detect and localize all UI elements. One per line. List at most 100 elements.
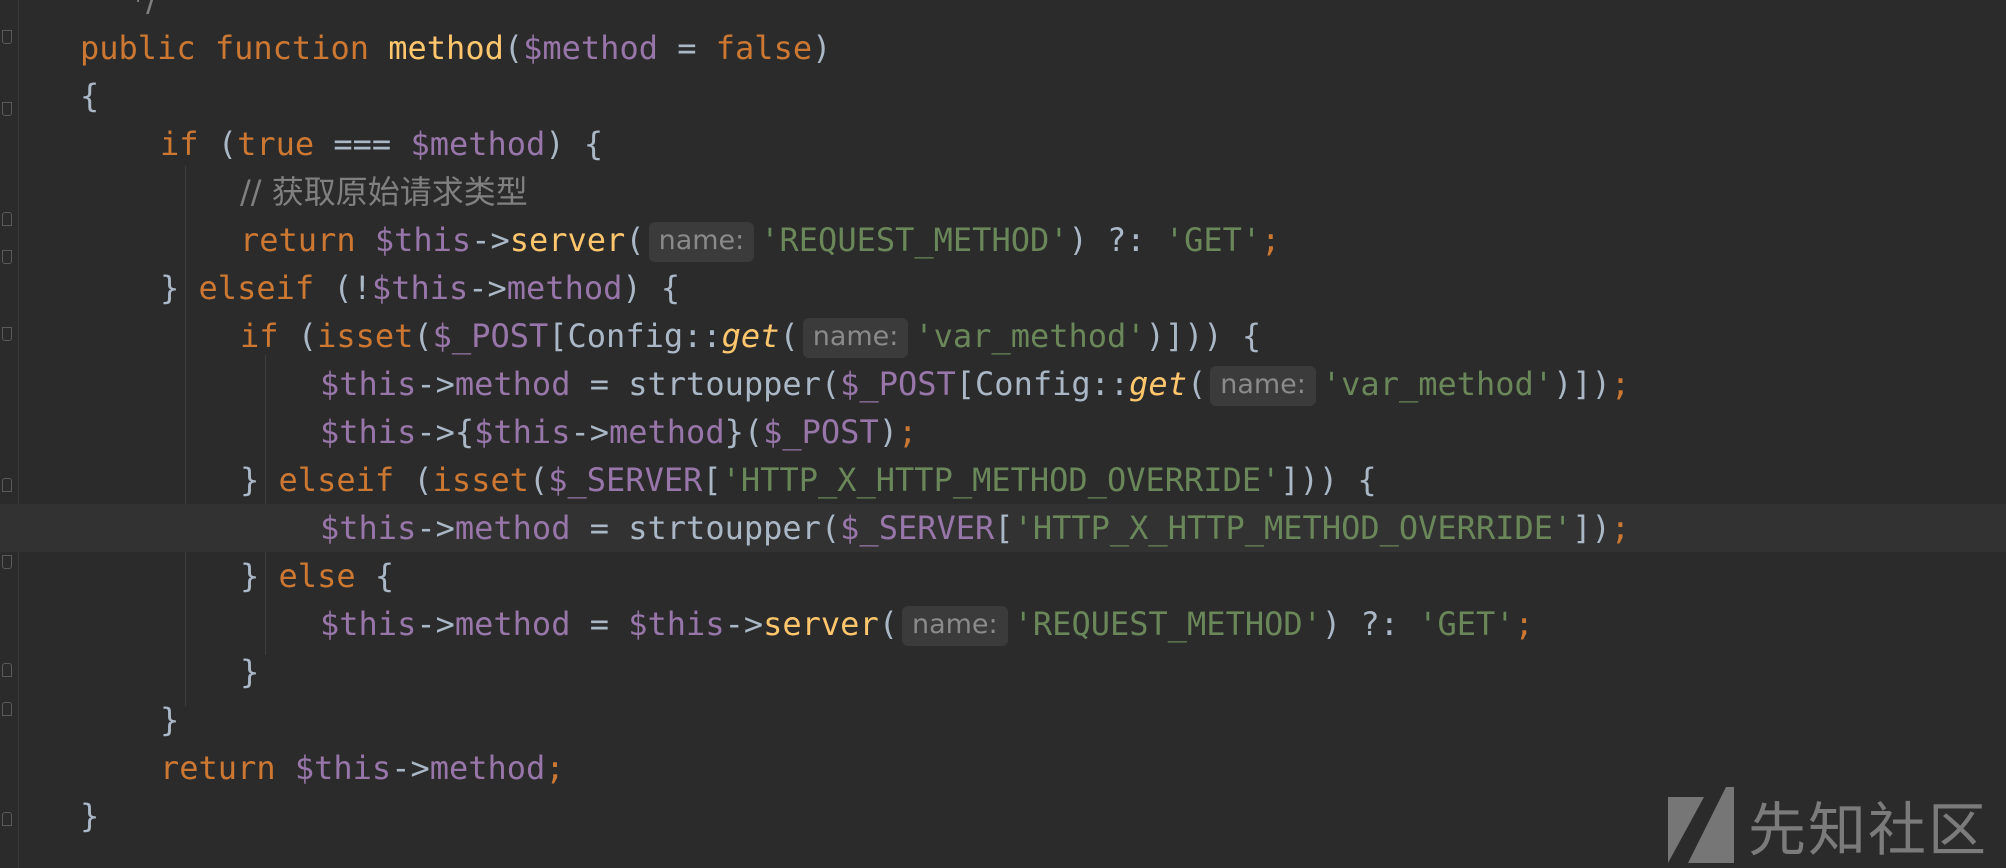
code-token: ( xyxy=(779,317,799,355)
code-token: ; xyxy=(1261,221,1281,259)
code-token: 'GET' xyxy=(1418,605,1515,643)
code-token: ->{ xyxy=(416,413,475,451)
code-token: -> xyxy=(416,365,455,403)
code-token: else xyxy=(278,557,375,595)
code-token: method xyxy=(429,749,546,787)
code-token: = strtoupper( xyxy=(570,509,841,547)
code-token: $this xyxy=(474,413,571,451)
code-token: 'REQUEST_METHOD' xyxy=(1013,605,1322,643)
code-token: ( xyxy=(413,461,433,499)
code-line[interactable]: // 获取原始请求类型 xyxy=(0,168,2006,216)
code-token: 'var_method' xyxy=(1321,365,1554,403)
code-token: = strtoupper( xyxy=(570,365,841,403)
code-token: ; xyxy=(1514,605,1534,643)
code-token: $method xyxy=(523,29,658,67)
code-token: -> xyxy=(416,605,455,643)
code-token: } xyxy=(240,653,260,691)
code-token: ]) xyxy=(1572,509,1611,547)
code-token: method xyxy=(506,269,623,307)
code-token: -> xyxy=(724,605,764,643)
code-token: = xyxy=(657,29,716,67)
code-token: ) ?: xyxy=(1068,221,1165,259)
code-line[interactable]: } else { xyxy=(0,552,2006,600)
code-token: isset xyxy=(317,317,414,355)
code-token: // 获取原始请求类型 xyxy=(240,173,528,211)
code-token: method xyxy=(454,509,571,547)
code-token: if xyxy=(240,317,298,355)
code-line[interactable]: { xyxy=(0,72,2006,120)
code-token: ( xyxy=(1186,365,1207,403)
code-line[interactable]: return $this->server(name: 'REQUEST_METHO… xyxy=(0,216,2006,264)
parameter-hint: name: xyxy=(901,606,1008,646)
code-token: === xyxy=(314,125,411,163)
code-token: ( xyxy=(217,125,238,163)
code-line[interactable]: */ xyxy=(0,0,2006,24)
code-line[interactable]: $this->method = $this->server(name: 'REQU… xyxy=(0,600,2006,648)
code-token: $this xyxy=(294,749,392,787)
code-token: [Config:: xyxy=(955,365,1130,403)
code-token: method xyxy=(454,365,571,403)
code-token: $this xyxy=(374,221,472,259)
code-token: } xyxy=(240,461,279,499)
code-token: ( xyxy=(413,317,433,355)
code-token: $this xyxy=(320,509,417,547)
code-token: [ xyxy=(994,509,1014,547)
code-token: if xyxy=(160,125,218,163)
code-editor[interactable]: */ public function method($method = false… xyxy=(0,0,2006,868)
code-token: } xyxy=(240,557,279,595)
code-token: -> xyxy=(570,413,609,451)
code-line-current[interactable]: $this->method = strtoupper($_SERVER['HTT… xyxy=(0,504,2006,552)
code-line[interactable]: if (isset($_POST[Config::get(name:'var_m… xyxy=(0,312,2006,360)
code-token: -> xyxy=(391,749,430,787)
code-token: isset xyxy=(432,461,529,499)
code-token: -> xyxy=(468,269,507,307)
code-token: ( xyxy=(503,29,524,67)
code-token: ) { xyxy=(622,269,681,307)
code-token: ; xyxy=(1610,365,1631,403)
code-token: } xyxy=(160,701,180,739)
code-token: $_POST xyxy=(840,365,956,403)
code-token: } xyxy=(160,269,199,307)
code-token: get xyxy=(1129,365,1187,403)
watermark: 先知社区 xyxy=(1668,783,1988,867)
code-token: server xyxy=(763,605,879,643)
code-line[interactable]: $this->method = strtoupper($_POST[Config… xyxy=(0,360,2006,408)
code-line[interactable]: } xyxy=(0,696,2006,744)
code-token: $this xyxy=(320,605,417,643)
code-token: )]) xyxy=(1553,365,1611,403)
code-line[interactable]: if (true === $method) { xyxy=(0,120,2006,168)
code-token: method xyxy=(388,29,504,67)
code-token: $this xyxy=(320,365,417,403)
code-line[interactable]: } elseif (isset($_SERVER['HTTP_X_HTTP_ME… xyxy=(0,456,2006,504)
code-token: 'REQUEST_METHOD' xyxy=(760,221,1069,259)
code-token: $this xyxy=(320,413,417,451)
code-token: elseif xyxy=(278,461,414,499)
code-token: public xyxy=(80,29,215,67)
code-token: 'GET' xyxy=(1164,221,1262,259)
code-line[interactable]: } elseif (!$this->method) { xyxy=(0,264,2006,312)
code-token: ( xyxy=(528,461,549,499)
code-line[interactable]: public function method($method = false) xyxy=(0,24,2006,72)
parameter-hint: name: xyxy=(1210,366,1316,406)
code-token: 'HTTP_X_HTTP_METHOD_OVERRIDE' xyxy=(721,461,1281,499)
code-token: $_POST xyxy=(432,317,549,355)
code-token: ; xyxy=(897,413,918,451)
code-token: $this xyxy=(371,269,469,307)
code-token: ) { xyxy=(545,125,604,163)
parameter-hint: name: xyxy=(648,222,755,262)
code-token: $_POST xyxy=(763,413,879,451)
code-token: )])) { xyxy=(1145,317,1262,355)
code-token: ])) { xyxy=(1280,461,1377,499)
watermark-text: 先知社区 xyxy=(1748,796,1989,864)
code-token: method xyxy=(608,413,725,451)
code-line[interactable]: $this->{$this->method}($_POST); xyxy=(0,408,2006,456)
code-token: */ xyxy=(120,0,157,19)
code-token: = xyxy=(570,605,629,643)
code-token: ( xyxy=(878,605,898,643)
code-token: return xyxy=(160,749,295,787)
code-token: method xyxy=(454,605,571,643)
code-token: (! xyxy=(333,269,372,307)
xianzhi-logo-icon xyxy=(1668,787,1734,863)
code-line[interactable]: } xyxy=(0,648,2006,696)
code-token: $this xyxy=(628,605,725,643)
